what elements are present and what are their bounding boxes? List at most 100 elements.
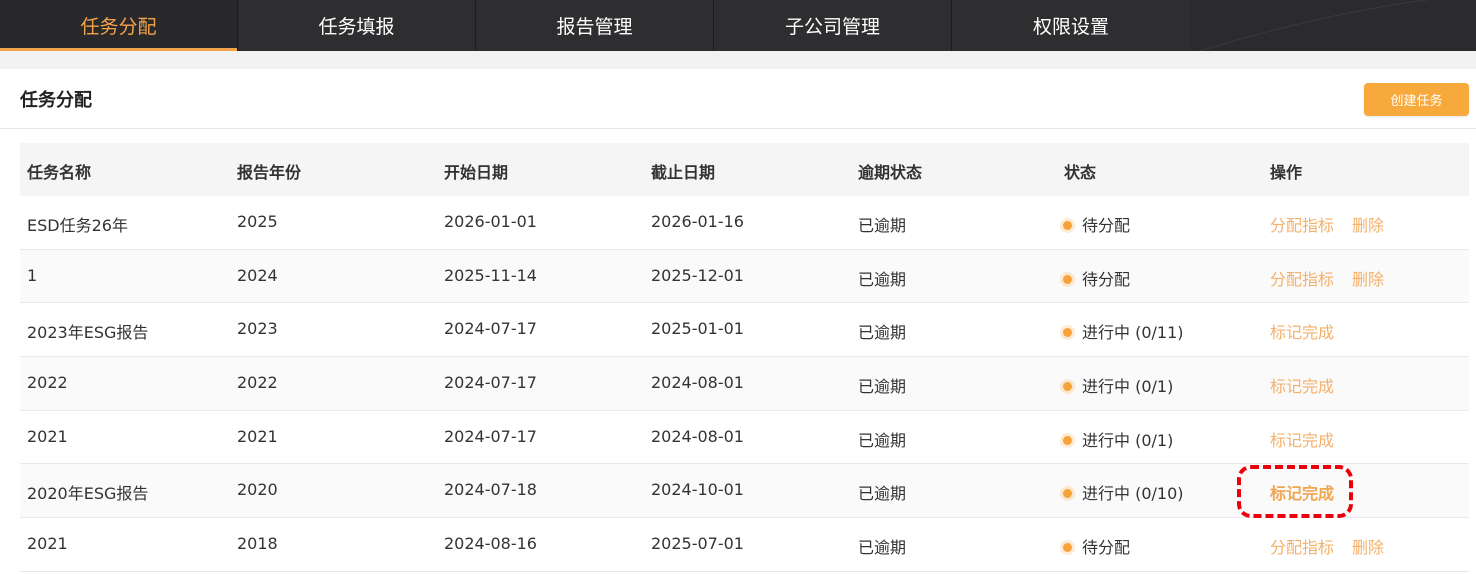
cell-start-date: 2024-07-17 [444, 319, 537, 339]
tab-subsidiary-management[interactable]: 子公司管理 [714, 0, 952, 51]
delete-link[interactable]: 删除 [1352, 216, 1384, 235]
cell-report-year: 2022 [237, 373, 278, 393]
status-dot-icon [1063, 435, 1072, 445]
mark-complete-link[interactable]: 标记完成 [1270, 431, 1334, 450]
cell-start-date: 2024-07-17 [444, 426, 537, 446]
panel-header: 任务分配 创建任务 [0, 69, 1476, 129]
cell-end-date: 2024-10-01 [651, 480, 744, 500]
assign-metrics-link[interactable]: 分配指标 [1270, 538, 1334, 557]
cell-end-date: 2024-08-01 [651, 426, 744, 446]
table-row: 2023年ESG报告 2023 2024-07-17 2025-01-01 已逾期 进行中… [20, 303, 1469, 358]
cell-report-year: 2025 [237, 212, 278, 231]
cell-status: 进行中 (0/11) [1063, 319, 1184, 343]
table-body: ESD任务26年 2025 2026-01-01 2026-01-16 已逾期 待分配 分配… [20, 196, 1469, 572]
cell-task-name: ESD任务26年 [27, 216, 128, 235]
cell-task-name: 2023年ESG报告 [27, 323, 149, 343]
header-start-date: 开始日期 [444, 163, 509, 182]
cell-overdue-status: 已逾期 [858, 323, 907, 343]
tab-permission-settings[interactable]: 权限设置 [952, 0, 1190, 51]
status-dot-icon [1063, 274, 1072, 284]
status-label: 进行中 (0/11) [1082, 323, 1184, 343]
cell-end-date: 2025-01-01 [651, 319, 744, 339]
table-row: 2021 2018 2024-08-16 2025-07-01 已逾期 待分配 分配指标 删除 [20, 518, 1469, 572]
status-label: 待分配 [1082, 269, 1131, 289]
cell-actions: 分配指标 删除 [1270, 534, 1384, 558]
cell-report-year: 2021 [237, 426, 278, 446]
cell-actions: 分配指标 删除 [1270, 212, 1384, 236]
header-overdue-status: 逾期状态 [858, 163, 923, 182]
cell-report-year: 2024 [237, 265, 278, 285]
header-report-year: 报告年份 [237, 163, 302, 182]
mark-complete-link[interactable]: 标记完成 [1270, 323, 1334, 342]
cell-status: 进行中 (0/10) [1063, 480, 1184, 504]
cell-overdue-status: 已逾期 [858, 484, 907, 504]
header-status: 状态 [1064, 163, 1097, 182]
cell-report-year: 2020 [237, 480, 278, 500]
cell-task-name: 2022 [27, 373, 68, 393]
cell-status: 进行中 (0/1) [1063, 427, 1173, 451]
table-row: 2020年ESG报告 2020 2024-07-18 2024-10-01 已逾期 进行中… [20, 464, 1469, 519]
assign-metrics-link[interactable]: 分配指标 [1270, 216, 1334, 235]
cell-actions: 标记完成 [1270, 480, 1334, 504]
delete-link[interactable]: 删除 [1352, 270, 1384, 289]
table-row: 1 2024 2025-11-14 2025-12-01 已逾期 待分配 分配指标 删除 [20, 249, 1469, 304]
tab-task-assignment[interactable]: 任务分配 [0, 0, 238, 51]
status-label: 进行中 (0/10) [1082, 484, 1184, 504]
cell-status: 待分配 [1063, 534, 1130, 558]
cell-overdue-status: 已逾期 [858, 377, 907, 397]
delete-link[interactable]: 删除 [1352, 538, 1384, 557]
status-dot-icon [1063, 543, 1072, 553]
create-task-button[interactable]: 创建任务 [1364, 83, 1469, 116]
cell-start-date: 2025-11-14 [444, 265, 537, 285]
status-label: 进行中 (0/1) [1082, 377, 1174, 397]
cell-task-name: 2020年ESG报告 [27, 484, 149, 504]
mark-complete-link[interactable]: 标记完成 [1270, 377, 1334, 396]
status-dot-icon [1063, 328, 1072, 338]
cell-status: 进行中 (0/1) [1063, 373, 1173, 397]
cell-status: 待分配 [1063, 266, 1130, 290]
tab-report-management[interactable]: 报告管理 [476, 0, 714, 51]
cell-overdue-status: 已逾期 [858, 538, 907, 558]
cell-start-date: 2026-01-01 [444, 212, 537, 231]
cell-actions: 标记完成 [1270, 319, 1334, 343]
cell-start-date: 2024-07-17 [444, 373, 537, 393]
cell-task-name: 1 [27, 265, 38, 285]
cell-end-date: 2025-07-01 [651, 534, 744, 554]
mark-complete-link[interactable]: 标记完成 [1270, 484, 1334, 503]
assign-metrics-link[interactable]: 分配指标 [1270, 270, 1334, 289]
task-table: 任务名称 报告年份 开始日期 截止日期 逾期状态 状态 操作 ESD任务26年 2… [20, 143, 1469, 572]
header-task-name: 任务名称 [27, 163, 92, 182]
status-dot-icon [1063, 382, 1072, 392]
table-row: 2021 2021 2024-07-17 2024-08-01 已逾期 进行中 (0/1)… [20, 411, 1469, 465]
table-row: ESD任务26年 2025 2026-01-01 2026-01-16 已逾期 待分配 分配… [20, 196, 1469, 250]
cell-report-year: 2018 [237, 534, 278, 554]
table-row: 2022 2022 2024-07-17 2024-08-01 已逾期 进行中 (0/1)… [20, 357, 1469, 411]
page-title: 任务分配 [20, 90, 92, 111]
tab-task-filling[interactable]: 任务填报 [238, 0, 476, 51]
top-navigation-bar: 任务分配 任务填报 报告管理 子公司管理 权限设置 [0, 0, 1476, 51]
cell-end-date: 2026-01-16 [651, 212, 744, 231]
header-actions: 操作 [1270, 163, 1303, 182]
cell-task-name: 2021 [27, 426, 68, 446]
header-end-date: 截止日期 [651, 163, 716, 182]
cell-end-date: 2025-12-01 [651, 265, 744, 285]
cell-overdue-status: 已逾期 [858, 269, 907, 289]
cell-overdue-status: 已逾期 [858, 216, 907, 235]
status-label: 待分配 [1082, 216, 1131, 235]
cell-overdue-status: 已逾期 [858, 430, 907, 450]
status-label: 进行中 (0/1) [1082, 430, 1174, 450]
cell-end-date: 2024-08-01 [651, 373, 744, 393]
cell-start-date: 2024-08-16 [444, 534, 537, 554]
cell-task-name: 2021 [27, 534, 68, 554]
status-dot-icon [1063, 489, 1072, 499]
cell-actions: 标记完成 [1270, 427, 1334, 451]
status-dot-icon [1063, 221, 1072, 230]
nav-tabs: 任务分配 任务填报 报告管理 子公司管理 权限设置 [0, 0, 1190, 51]
status-label: 待分配 [1082, 538, 1131, 558]
cell-status: 待分配 [1063, 212, 1130, 236]
cell-actions: 标记完成 [1270, 373, 1334, 397]
cell-report-year: 2023 [237, 319, 278, 339]
cell-actions: 分配指标 删除 [1270, 266, 1384, 290]
table-header: 任务名称 报告年份 开始日期 截止日期 逾期状态 状态 操作 [20, 143, 1469, 196]
cell-start-date: 2024-07-18 [444, 480, 537, 500]
